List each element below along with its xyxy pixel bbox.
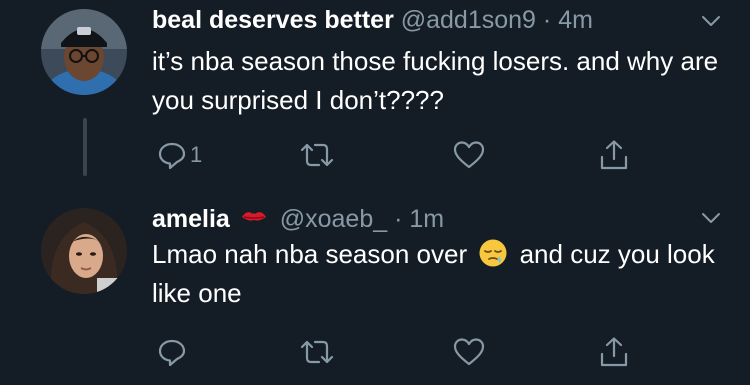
reply-icon — [158, 142, 186, 170]
tweet-header: beal deserves better @add1son9 · 4m — [152, 5, 593, 35]
share-button[interactable] — [598, 138, 630, 172]
tweet-header: amelia @xoaeb_ · 1m — [152, 202, 444, 234]
tweet[interactable]: amelia @xoaeb_ · 1m Lmao nah nba season … — [0, 200, 750, 385]
separator-dot: · — [394, 205, 403, 233]
tweet-text: Lmao nah nba season over and cuz you loo… — [152, 235, 727, 313]
thread-connector-line — [83, 118, 87, 176]
sleepy-face-emoji-icon — [479, 239, 507, 267]
share-button[interactable] — [598, 335, 630, 369]
tweet-text: it’s nba season those fucking losers. an… — [152, 46, 719, 115]
reply-button[interactable] — [156, 335, 190, 369]
avatar[interactable] — [41, 9, 127, 95]
avatar[interactable] — [41, 208, 127, 294]
kiss-mark-emoji-icon — [241, 212, 266, 221]
reply-icon — [158, 339, 186, 367]
tweet-actions: 1 — [152, 138, 652, 172]
like-button[interactable] — [452, 138, 486, 172]
heart-icon — [453, 141, 485, 169]
separator-dot: · — [542, 6, 552, 34]
username-handle[interactable]: @xoaeb_ — [280, 205, 387, 233]
reply-count: 1 — [190, 142, 203, 167]
like-button[interactable] — [452, 335, 486, 369]
display-name[interactable]: amelia — [152, 205, 230, 233]
chevron-down-icon[interactable] — [698, 205, 724, 231]
timestamp[interactable]: 1m — [409, 205, 444, 233]
tweet-text-part: Lmao nah nba season over — [152, 239, 468, 269]
retweet-button[interactable] — [299, 138, 335, 172]
retweet-icon — [300, 340, 334, 364]
heart-icon — [453, 338, 485, 366]
chevron-down-icon[interactable] — [698, 8, 724, 34]
display-name[interactable]: beal deserves better — [152, 6, 394, 34]
timestamp[interactable]: 4m — [558, 6, 593, 34]
reply-button[interactable]: 1 — [156, 138, 202, 172]
tweet[interactable]: beal deserves better @add1son9 · 4m it’s… — [0, 0, 750, 200]
share-icon — [600, 337, 628, 367]
retweet-icon — [300, 143, 334, 167]
retweet-button[interactable] — [299, 335, 335, 369]
username-handle[interactable]: @add1son9 — [401, 6, 536, 34]
share-icon — [600, 140, 628, 170]
tweet-actions — [152, 335, 652, 369]
